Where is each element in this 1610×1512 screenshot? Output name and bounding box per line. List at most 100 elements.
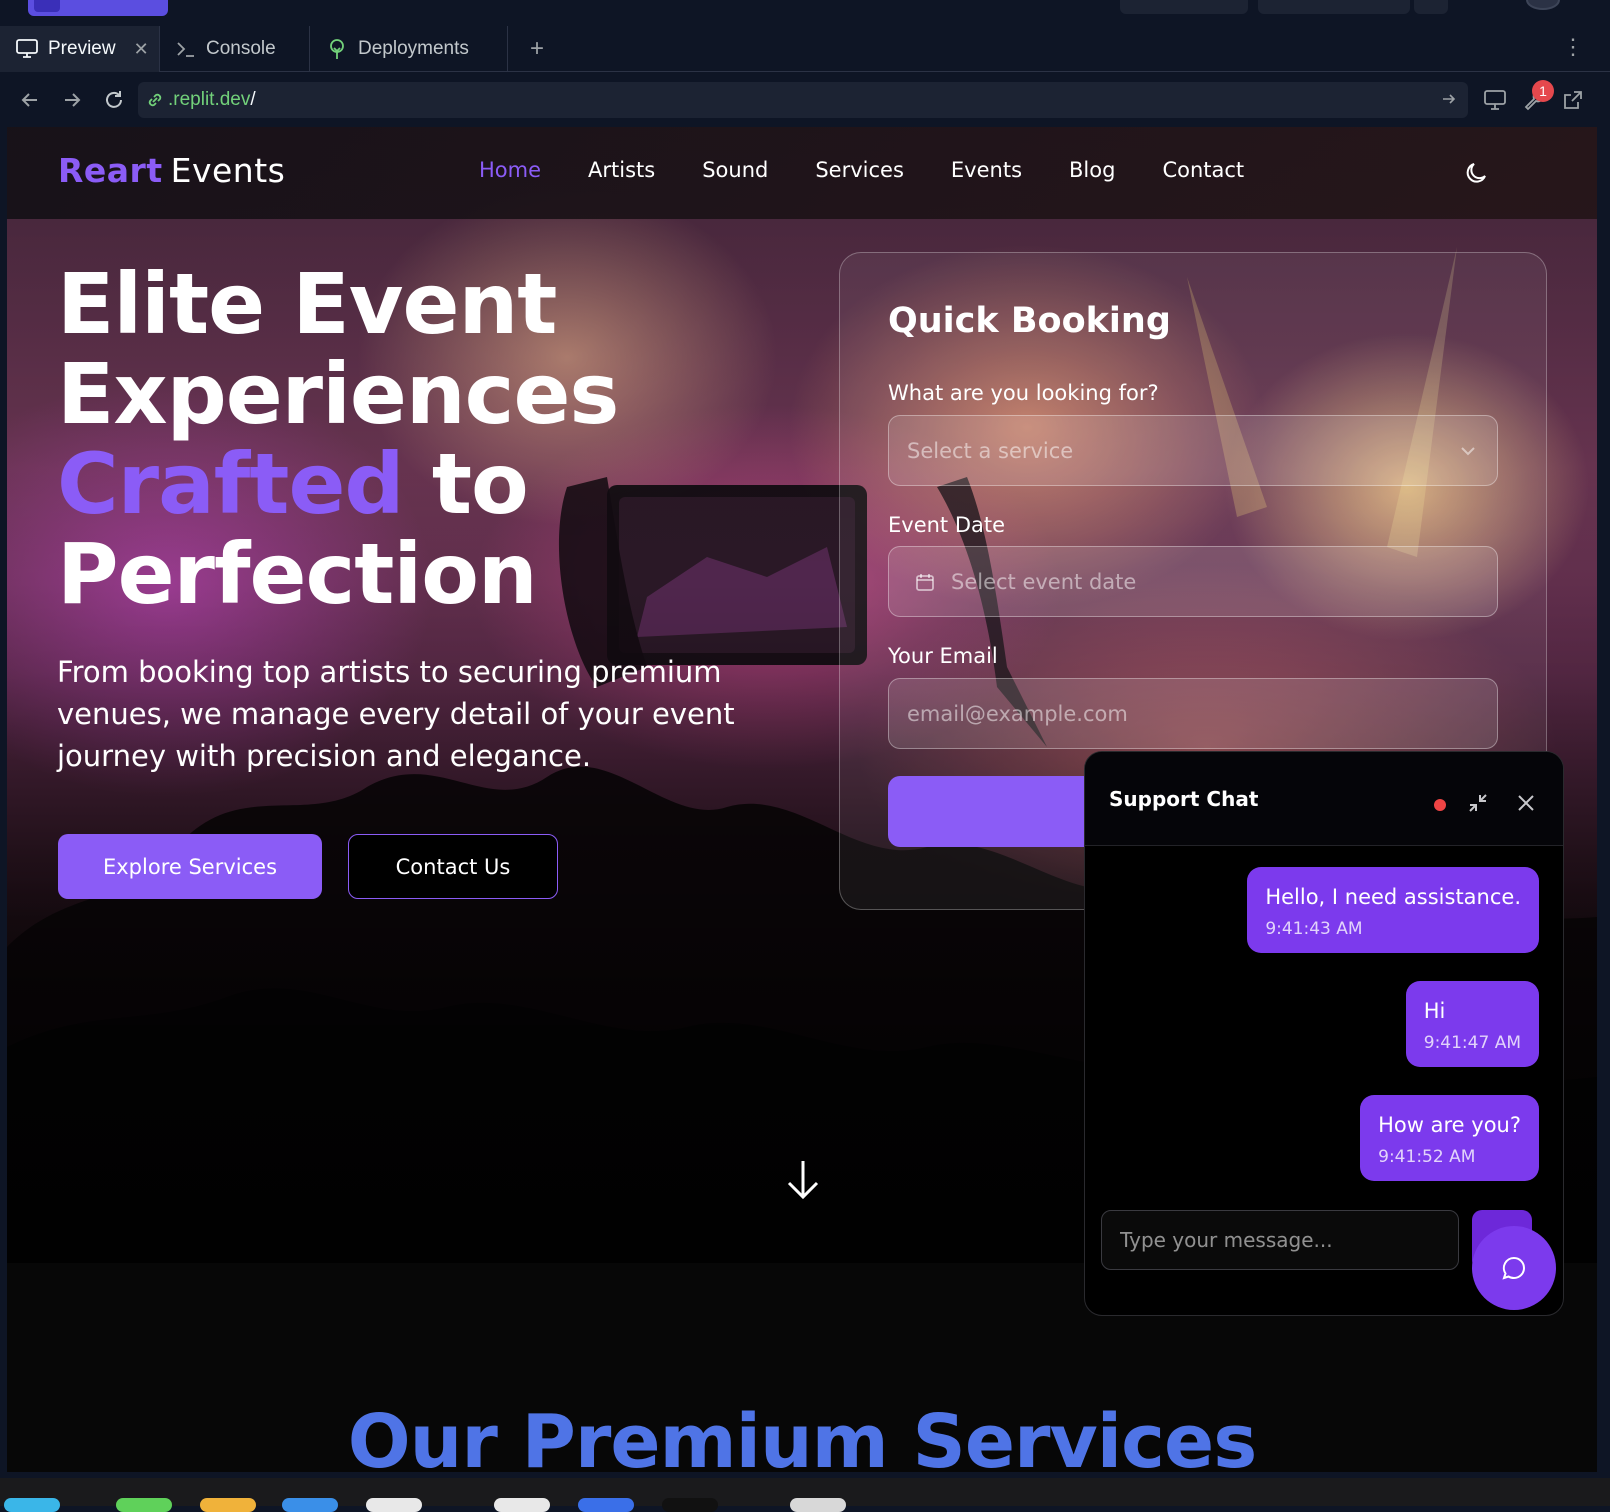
section-title: Our Premium Services [347,1399,1257,1472]
tab-console[interactable]: Console [160,26,310,72]
deploy-icon [330,39,344,59]
dock-app[interactable] [578,1498,634,1512]
device-preview-button[interactable] [1481,86,1509,114]
chat-toggle-button[interactable] [1472,1226,1556,1310]
reload-icon [106,91,122,108]
minimize-icon[interactable] [1466,791,1490,815]
main-nav: Home Artists Sound Services Events Blog … [479,158,1244,182]
nav-services[interactable]: Services [815,158,904,182]
hero-title-line: to [431,435,529,533]
nav-events[interactable]: Events [951,158,1022,182]
site-logo[interactable]: Reart Events [58,151,285,190]
chat-message: Hello, I need assistance. 9:41:43 AM [1247,867,1539,953]
dock-app[interactable] [494,1498,550,1512]
service-label: What are you looking for? [888,381,1159,405]
external-link-icon [1564,91,1582,109]
chat-message: How are you? 9:41:52 AM [1360,1095,1539,1181]
email-placeholder: email@example.com [907,701,1128,726]
top-bar-control[interactable] [1120,0,1248,14]
event-date-input[interactable]: Select event date [888,546,1498,617]
close-icon[interactable] [1514,791,1538,815]
nav-sound[interactable]: Sound [702,158,768,182]
booking-title: Quick Booking [888,301,1171,341]
url-input[interactable]: .replit.dev / [138,82,1468,118]
nav-artists[interactable]: Artists [588,158,655,182]
workspace-tab-bar: Preview ✕ Console Deployments + ⋮ [0,26,1610,72]
notification-badge: 1 [1532,80,1554,102]
dock-app[interactable] [116,1498,172,1512]
site-header: Reart Events Home Artists Sound Services … [7,127,1597,219]
monitor-icon [16,39,38,58]
dock-app[interactable] [662,1498,718,1512]
nav-home[interactable]: Home [479,158,541,182]
preview-viewport: Reart Events Home Artists Sound Services … [7,127,1597,1472]
message-text: Hello, I need assistance. [1265,885,1521,909]
back-button[interactable] [16,86,44,114]
link-icon [148,93,162,107]
message-time: 9:41:43 AM [1265,919,1363,939]
desktop-icon [1484,90,1506,110]
moon-icon[interactable] [1463,159,1491,187]
os-dock [0,1478,1610,1512]
message-text: Hi [1423,999,1446,1023]
email-input[interactable]: email@example.com [888,678,1498,749]
tab-label: Console [206,38,276,59]
brand-accent: Reart [58,151,163,190]
contact-us-button[interactable]: Contact Us [348,834,558,899]
dock-app[interactable] [790,1498,846,1512]
status-indicator [1434,799,1446,811]
add-tab-button[interactable]: + [522,34,552,64]
date-placeholder: Select event date [951,569,1137,594]
dock-app[interactable] [200,1498,256,1512]
message-time: 9:41:47 AM [1423,1033,1521,1053]
close-icon[interactable]: ✕ [134,39,149,60]
message-text: How are you? [1378,1113,1521,1137]
replit-logo[interactable] [28,0,168,16]
forward-button[interactable] [58,86,86,114]
chat-header: Support Chat [1085,752,1563,846]
reload-button[interactable] [100,86,128,114]
service-select[interactable]: Select a service [888,415,1498,486]
arrow-down-icon[interactable] [783,1157,823,1203]
nav-blog[interactable]: Blog [1069,158,1115,182]
dock-app[interactable] [282,1498,338,1512]
dock-app[interactable] [4,1498,60,1512]
hero-title-line: Perfection [57,525,538,623]
hero-title-line: Experiences [57,345,619,443]
arrow-right-icon [65,93,81,107]
chevron-down-icon [1461,447,1475,456]
message-time: 9:41:52 AM [1378,1147,1476,1167]
date-label: Event Date [888,513,1006,537]
tab-label: Preview [48,38,116,59]
chat-bubble-icon [1502,1256,1525,1280]
terminal-icon [177,42,194,57]
preview-url-bar: .replit.dev / [0,72,1610,127]
top-bar-control[interactable] [1258,0,1410,14]
tab-deployments[interactable]: Deployments [310,26,508,72]
open-new-tab-button[interactable] [1559,86,1587,114]
url-host: .replit.dev [168,89,251,110]
top-bar-control[interactable] [1414,0,1448,14]
nav-contact[interactable]: Contact [1162,158,1244,182]
chat-title: Support Chat [1109,787,1259,811]
chat-message-input[interactable] [1101,1210,1459,1270]
hero-subtitle: From booking top artists to securing pre… [57,655,735,773]
email-label: Your Email [888,644,998,668]
user-avatar[interactable] [1526,0,1560,10]
chat-message: Hi 9:41:47 AM [1405,981,1539,1067]
url-path: / [250,89,256,110]
explore-services-button[interactable]: Explore Services [58,834,322,899]
hero-title-line: Elite Event [57,255,557,353]
hero-title: Elite Event Experiences Crafted to Perfe… [57,259,777,619]
hero-title-accent: Crafted [57,435,405,533]
dock-app[interactable] [366,1498,422,1512]
arrow-left-icon [21,93,37,107]
service-placeholder: Select a service [907,438,1074,463]
calendar-icon [916,573,934,591]
brand-rest: Events [170,151,286,190]
tab-preview[interactable]: Preview ✕ [0,26,160,72]
go-arrow-icon[interactable] [1440,90,1458,108]
more-options-icon[interactable]: ⋮ [1562,36,1584,58]
tab-label: Deployments [358,38,469,59]
ide-top-bar [0,0,1610,26]
